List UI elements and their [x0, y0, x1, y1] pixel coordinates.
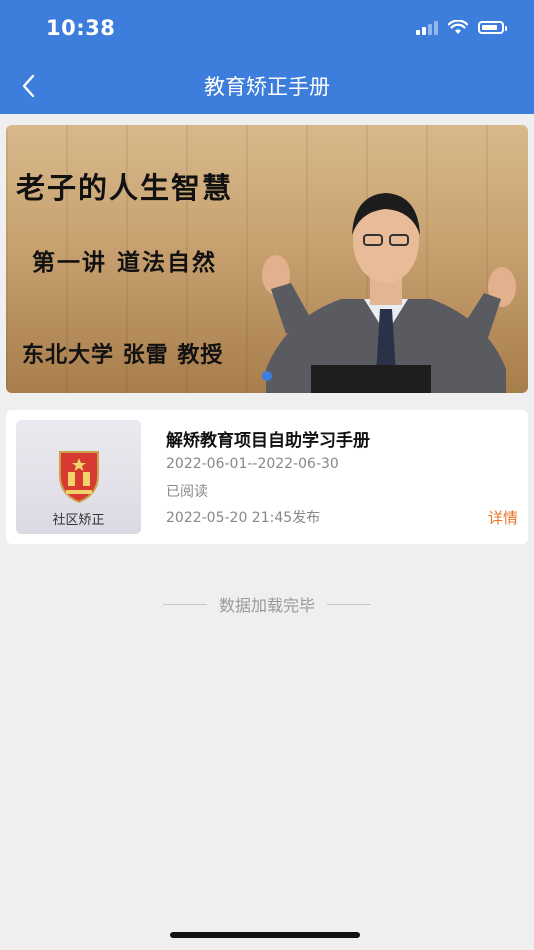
handbook-card[interactable]: 社区矫正 解矫教育项目自助学习手册 2022-06-01--2022-06-30…	[6, 410, 528, 544]
wifi-icon	[448, 20, 468, 34]
handbook-thumbnail: 社区矫正	[16, 420, 141, 534]
date-range: 2022-06-01--2022-06-30	[166, 456, 339, 472]
thumbnail-label: 社区矫正	[52, 513, 105, 528]
banner-title: 老子的人生智慧	[16, 171, 234, 205]
navigation-bar: 教育矫正手册	[0, 58, 534, 114]
details-link[interactable]: 详情	[488, 507, 518, 528]
handbook-title: 解矫教育项目自助学习手册	[166, 431, 370, 451]
lecturer-image	[262, 193, 516, 393]
status-icons	[416, 20, 507, 35]
cellular-signal-icon	[416, 20, 438, 35]
divider-right	[327, 603, 371, 605]
divider-left	[162, 603, 207, 605]
load-complete-indicator: 数据加载完毕	[0, 592, 534, 616]
emblem-icon	[59, 451, 99, 504]
status-bar: 10:38	[0, 0, 534, 58]
battery-icon	[478, 21, 507, 34]
page-title: 教育矫正手册	[204, 75, 330, 99]
status-time: 10:38	[46, 16, 116, 40]
read-status: 已阅读	[166, 484, 208, 500]
publish-time: 2022-05-20 21:45发布	[166, 510, 321, 526]
banner-lecturer: 东北大学 张雷 教授	[22, 342, 224, 368]
load-complete-text: 数据加载完毕	[218, 596, 315, 615]
podium	[311, 365, 431, 393]
banner-subtitle: 第一讲 道法自然	[32, 249, 218, 276]
banner-carousel[interactable]: 老子的人生智慧 第一讲 道法自然 东北大学 张雷 教授	[6, 125, 528, 393]
home-indicator[interactable]	[170, 932, 360, 938]
carousel-indicator-dot[interactable]	[262, 371, 272, 381]
